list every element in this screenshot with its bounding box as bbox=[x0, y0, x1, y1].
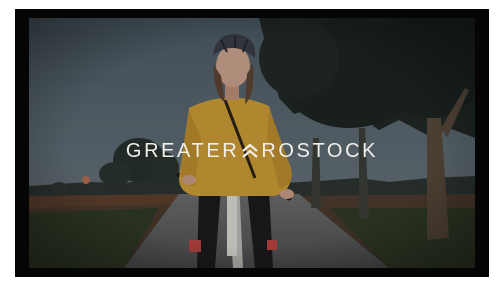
video-player[interactable]: GREATER ROSTOCK bbox=[29, 18, 475, 268]
page: GREATER ROSTOCK bbox=[0, 0, 502, 286]
brand-name-right: ROSTOCK bbox=[261, 140, 379, 162]
double-chevron-up-icon bbox=[241, 142, 259, 158]
brand-logo: GREATER ROSTOCK bbox=[29, 140, 475, 162]
brand-name-left: GREATER bbox=[125, 140, 240, 162]
video-frame: GREATER ROSTOCK bbox=[15, 9, 489, 277]
